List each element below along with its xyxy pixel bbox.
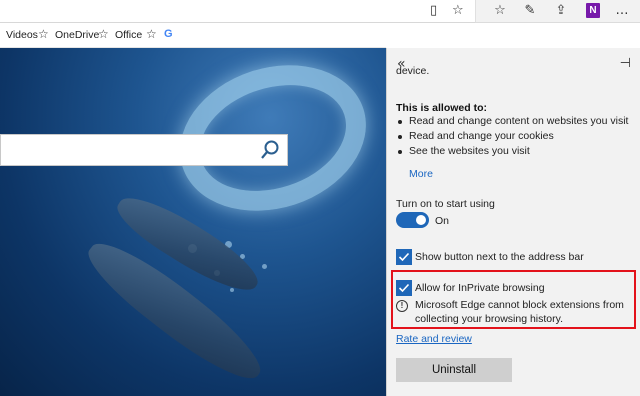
search-icon[interactable] xyxy=(259,139,281,161)
checkmark-icon xyxy=(398,252,410,262)
star-icon: ☆ xyxy=(38,27,49,41)
list-item: Read and change your cookies xyxy=(396,130,634,144)
truncated-description: device. xyxy=(396,65,430,77)
web-note-icon[interactable]: ✎ xyxy=(520,2,540,20)
enable-toggle[interactable] xyxy=(396,212,429,228)
info-text: Microsoft Edge cannot block extensions f… xyxy=(415,299,624,325)
favorite-google-icon[interactable]: G xyxy=(164,28,173,40)
inprivate-checkbox[interactable] xyxy=(396,280,412,296)
favorites-hub-icon[interactable]: ☆ xyxy=(490,2,510,20)
permissions-list: Read and change content on websites you … xyxy=(396,115,634,160)
favorite-star-icon[interactable]: ☆ xyxy=(452,3,464,19)
uninstall-button[interactable]: Uninstall xyxy=(396,358,512,382)
reading-view-icon[interactable]: ▯ xyxy=(430,3,437,19)
favorite-videos[interactable]: Videos xyxy=(6,29,38,41)
star-icon: ☆ xyxy=(146,27,157,41)
onenote-icon[interactable]: N xyxy=(586,3,600,18)
list-item: See the websites you visit xyxy=(396,145,634,159)
rate-and-review-link[interactable]: Rate and review xyxy=(396,333,472,345)
bubble xyxy=(262,264,267,269)
toggle-knob xyxy=(416,215,426,225)
extension-panel: « ⊣ device. This is allowed to: Read and… xyxy=(386,48,640,396)
info-icon: ! xyxy=(396,300,408,312)
bubble xyxy=(230,288,234,292)
address-bar-row: ▯ ☆ ☆ ✎ ⇪ N … xyxy=(0,0,640,23)
favorite-onedrive[interactable]: OneDrive xyxy=(55,29,99,41)
more-icon[interactable]: … xyxy=(612,2,632,20)
list-item: Read and change content on websites you … xyxy=(396,115,634,129)
inprivate-label: Allow for InPrivate browsing xyxy=(415,282,545,294)
toggle-heading: Turn on to start using xyxy=(396,198,495,210)
show-button-label: Show button next to the address bar xyxy=(415,251,584,263)
show-button-checkbox[interactable] xyxy=(396,249,412,265)
search-input[interactable] xyxy=(0,134,288,166)
favorites-bar: Videos ☆ OneDrive ☆ Office ☆ G xyxy=(0,24,386,48)
permissions-heading: This is allowed to: xyxy=(396,102,488,114)
address-bar[interactable]: ▯ ☆ xyxy=(0,0,476,23)
pin-icon[interactable]: ⊣ xyxy=(620,56,631,71)
more-link[interactable]: More xyxy=(409,168,433,180)
checkmark-icon xyxy=(398,283,410,293)
page-background-image xyxy=(0,48,386,396)
share-icon[interactable]: ⇪ xyxy=(551,2,571,20)
favorite-office[interactable]: Office xyxy=(115,29,142,41)
toggle-state-label: On xyxy=(435,215,450,227)
star-icon: ☆ xyxy=(98,27,109,41)
